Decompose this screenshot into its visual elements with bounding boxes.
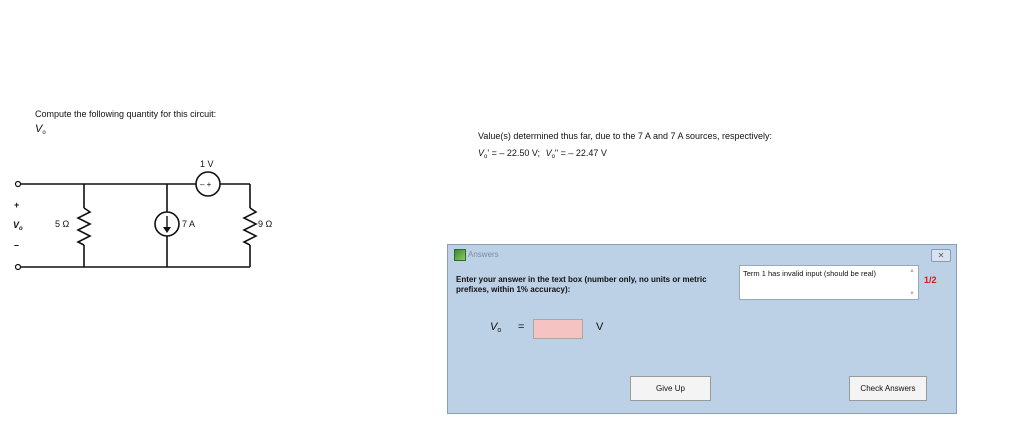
- answers-dialog: Answers ✕ Enter your answer in the text …: [447, 244, 957, 414]
- terminal-top: [14, 180, 22, 188]
- scroll-up-icon[interactable]: ▲: [909, 268, 915, 274]
- dialog-title: Answers: [468, 250, 499, 259]
- dialog-title-bar[interactable]: Answers ✕: [448, 245, 956, 265]
- answer-input[interactable]: [533, 319, 583, 339]
- vsource-polarity: – +: [200, 180, 212, 189]
- feedback-message: Term 1 has invalid input (should be real…: [743, 269, 876, 278]
- answer-label: Vo: [490, 321, 502, 334]
- answer-instructions: Enter your answer in the text box (numbe…: [456, 275, 707, 294]
- feedback-box[interactable]: Term 1 has invalid input (should be real…: [739, 265, 919, 300]
- right-resistor-label: 9 Ω: [258, 219, 273, 229]
- circuit-diagram: 1 V – + 7 A 5 Ω 9 Ω + – Vo: [13, 159, 273, 271]
- output-plus: +: [14, 200, 19, 210]
- terminal-bottom: [14, 263, 22, 271]
- output-minus: –: [14, 240, 19, 250]
- attempts-counter: 1/2: [924, 275, 937, 285]
- check-answers-button[interactable]: Check Answers: [849, 376, 927, 401]
- answers-app-icon: [454, 249, 466, 261]
- answer-unit: V: [596, 321, 604, 333]
- close-icon[interactable]: ✕: [931, 249, 951, 262]
- current-arrow-icon: [163, 216, 171, 233]
- source-voltage-label: 1 V: [200, 159, 214, 169]
- problem-quantity: Vo: [35, 123, 46, 136]
- answer-equals: =: [518, 321, 525, 333]
- scroll-down-icon[interactable]: ▼: [909, 291, 915, 297]
- current-source-label: 7 A: [182, 219, 195, 229]
- status-heading: Value(s) determined thus far, due to the…: [478, 131, 773, 141]
- status-values: Vo' = – 22.50 V; Vo" = – 22.47 V: [478, 148, 607, 160]
- give-up-button[interactable]: Give Up: [630, 376, 711, 401]
- left-resistor-label: 5 Ω: [55, 219, 70, 229]
- problem-prompt: Compute the following quantity for this …: [35, 109, 217, 119]
- output-label: Vo: [13, 220, 23, 232]
